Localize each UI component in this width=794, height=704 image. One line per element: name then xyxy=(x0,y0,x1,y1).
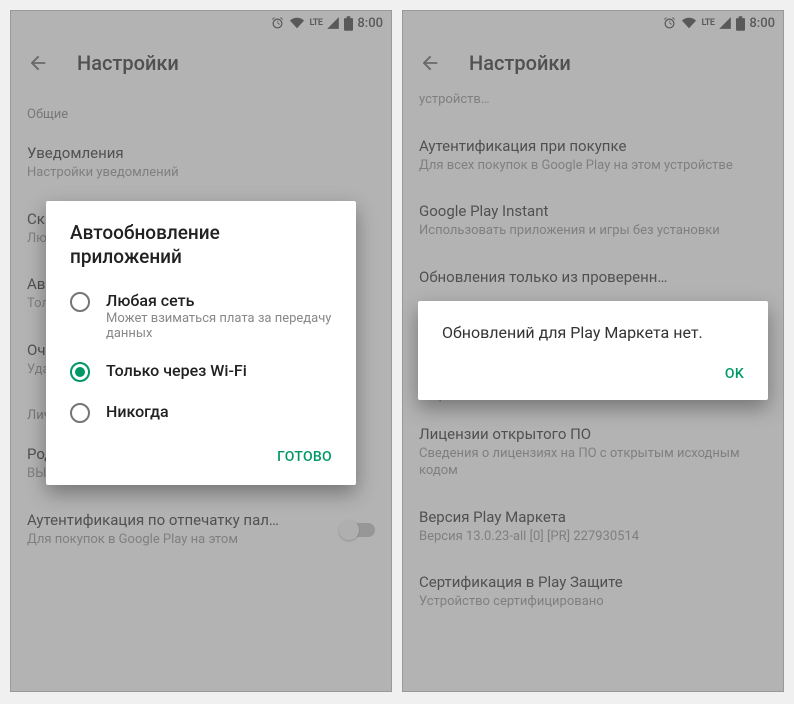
setting-sub: Для всех покупок в Google Play на этом у… xyxy=(419,157,767,175)
setting-label: Google Play Instant xyxy=(419,202,767,220)
battery-icon xyxy=(736,16,745,31)
radio-label: Только через Wi-Fi xyxy=(106,361,247,380)
ok-button[interactable]: OK xyxy=(713,358,756,390)
radio-option-wifi[interactable]: Только через Wi-Fi xyxy=(46,351,356,392)
app-bar: Настройки xyxy=(403,35,783,91)
status-bar: LTE 8:00 xyxy=(11,11,391,35)
radio-icon xyxy=(70,292,90,312)
dialog-message: Обновлений для Play Маркета нет. xyxy=(418,323,768,350)
section-general: Общие xyxy=(11,91,391,130)
wifi-icon xyxy=(289,16,305,30)
radio-option-never[interactable]: Никогда xyxy=(46,392,356,433)
setting-fingerprint[interactable]: Аутентификация по отпечатку пал… Для пок… xyxy=(11,497,391,563)
phone-left: LTE 8:00 Настройки Общие Уведомления Нас… xyxy=(10,10,392,692)
back-button[interactable] xyxy=(27,52,49,74)
radio-sub: Может взиматься плата за передачу данных xyxy=(106,311,332,341)
setting-verified-updates[interactable]: Обновления только из проверенн… xyxy=(403,254,783,302)
setting-label: Сертификация в Play Защите xyxy=(419,573,767,591)
dialog-actions: ГОТОВО xyxy=(46,433,356,477)
switch-toggle[interactable] xyxy=(341,523,375,537)
setting-partial: устройств… xyxy=(403,91,783,123)
status-time: 8:00 xyxy=(749,16,775,31)
radio-icon xyxy=(70,403,90,423)
radio-option-any[interactable]: Любая сеть Может взиматься плата за пере… xyxy=(46,281,356,351)
alarm-icon xyxy=(662,16,677,31)
setting-label: Версия Play Маркета xyxy=(419,508,767,526)
setting-sub: Сведения о лицензиях на ПО с открытым ис… xyxy=(419,445,767,480)
status-bar: LTE 8:00 xyxy=(403,11,783,35)
setting-play-instant[interactable]: Google Play Instant Использовать приложе… xyxy=(403,188,783,254)
lte-icon: LTE xyxy=(309,18,322,28)
setting-sub: Версия 13.0.23-all [0] [PR] 227930514 xyxy=(419,528,767,546)
setting-label: Уведомления xyxy=(27,144,375,162)
back-button[interactable] xyxy=(419,52,441,74)
update-message-dialog: Обновлений для Play Маркета нет. OK xyxy=(418,301,768,400)
setting-sub: Устройство сертифицировано xyxy=(419,593,767,611)
page-title: Настройки xyxy=(77,51,179,75)
lte-icon: LTE xyxy=(701,18,714,28)
setting-label: Обновления только из проверенн… xyxy=(419,268,767,286)
battery-icon xyxy=(344,16,353,31)
setting-licenses[interactable]: Лицензии открытого ПО Сведения о лицензи… xyxy=(403,411,783,494)
signal-icon xyxy=(326,16,340,30)
setting-auth-purchase[interactable]: Аутентификация при покупке Для всех поку… xyxy=(403,123,783,189)
setting-sub: устройств… xyxy=(419,91,767,109)
setting-sub: Настройки уведомлений xyxy=(27,164,375,182)
setting-sub: Для покупок в Google Play на этом xyxy=(27,531,279,549)
setting-version[interactable]: Версия Play Маркета Версия 13.0.23-all [… xyxy=(403,494,783,560)
wifi-icon xyxy=(681,16,697,30)
page-title: Настройки xyxy=(469,51,571,75)
dialog-title: Автообновление приложений xyxy=(46,221,356,281)
setting-label: Аутентификация при покупке xyxy=(419,137,767,155)
setting-notifications[interactable]: Уведомления Настройки уведомлений xyxy=(11,130,391,196)
autoupdate-dialog: Автообновление приложений Любая сеть Мож… xyxy=(46,201,356,485)
setting-certification[interactable]: Сертификация в Play Защите Устройство се… xyxy=(403,559,783,625)
signal-icon xyxy=(718,16,732,30)
alarm-icon xyxy=(270,16,285,31)
radio-label: Любая сеть xyxy=(106,291,332,310)
radio-label: Никогда xyxy=(106,402,169,421)
setting-sub: Использовать приложения и игры без устан… xyxy=(419,222,767,240)
app-bar: Настройки xyxy=(11,35,391,91)
phone-right: LTE 8:00 Настройки устройств… Аутентифик… xyxy=(402,10,784,692)
setting-label: Аутентификация по отпечатку пал… xyxy=(27,511,279,529)
done-button[interactable]: ГОТОВО xyxy=(265,441,344,473)
status-time: 8:00 xyxy=(357,16,383,31)
setting-label: Лицензии открытого ПО xyxy=(419,425,767,443)
dialog-actions: OK xyxy=(418,350,768,394)
radio-icon-checked xyxy=(70,362,90,382)
